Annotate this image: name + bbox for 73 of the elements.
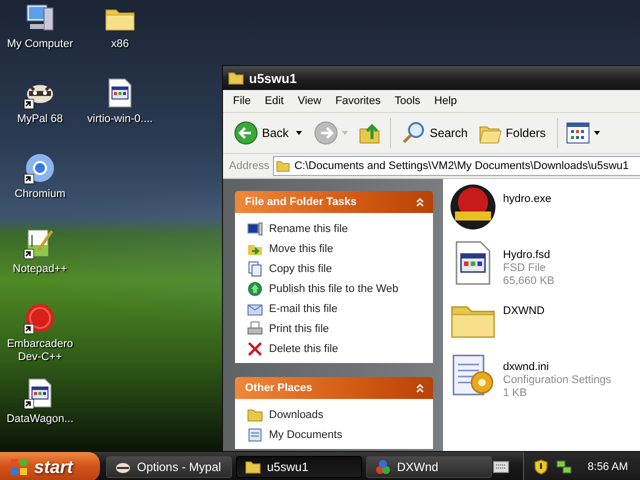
caret-icon[interactable]: [594, 131, 600, 135]
taskbar-button[interactable]: u5swu1: [236, 456, 362, 478]
menu-item[interactable]: Help: [428, 93, 463, 109]
caret-icon[interactable]: [296, 131, 302, 135]
address-text: C:\Documents and Settings\VM2\My Documents\Downloads\u5swu1: [294, 160, 629, 172]
file-name[interactable]: DXWND: [503, 305, 545, 318]
shortcut-arrow-icon: [24, 99, 34, 109]
shortcut-arrow-icon: [24, 399, 34, 409]
start-button[interactable]: start: [0, 452, 100, 480]
views-icon[interactable]: [566, 122, 590, 144]
address-label: Address: [229, 160, 270, 172]
taskbar-button[interactable]: Options - Mypal: [106, 456, 232, 478]
desktop-icon-label[interactable]: virtio-win-0....: [87, 113, 153, 126]
desktop-icon-label[interactable]: Embarcadero Dev-C++: [1, 338, 79, 364]
printer-icon: [247, 321, 263, 337]
shortcut-arrow-icon: [24, 174, 34, 184]
task-link[interactable]: Delete this file: [247, 341, 427, 357]
desktop-icon-label[interactable]: Chromium: [14, 188, 66, 201]
address-field[interactable]: C:\Documents and Settings\VM2\My Documents\Downloads\u5swu1: [273, 156, 640, 176]
file-size: 65,660 KB: [503, 275, 554, 288]
file-name[interactable]: dxwnd.ini: [503, 361, 612, 374]
desktop-icon-label[interactable]: My Computer: [6, 38, 74, 51]
panel-title: File and Folder Tasks: [245, 196, 357, 208]
desktop-icon-label[interactable]: MyPal 68: [17, 113, 63, 126]
task-link[interactable]: Copy this file: [247, 261, 427, 277]
task-link[interactable]: Rename this file: [247, 221, 427, 237]
menu-item[interactable]: View: [292, 93, 328, 109]
copy-icon: [247, 261, 263, 277]
taskbar-button[interactable]: DXWnd: [366, 456, 492, 478]
desktop-icon-label[interactable]: x86: [111, 38, 129, 51]
panel-title: Other Places: [245, 382, 312, 394]
task-link[interactable]: Publish this file to the Web: [247, 281, 427, 297]
globe-icon: [247, 281, 263, 297]
collapse-icon[interactable]: [415, 383, 425, 393]
file-size: 1 KB: [503, 387, 528, 400]
folder-icon: [245, 459, 261, 475]
file-type: Configuration Settings: [503, 374, 612, 387]
documents-icon: [247, 427, 263, 443]
keyboard-icon[interactable]: [492, 461, 509, 473]
task-link[interactable]: Print this file: [247, 321, 427, 337]
task-link[interactable]: E-mail this file: [247, 301, 427, 317]
collapse-icon[interactable]: [415, 197, 425, 207]
folders-button[interactable]: Folders: [474, 119, 549, 147]
network-icon[interactable]: [556, 459, 572, 475]
folder-icon: [276, 159, 290, 173]
game-logo-icon: [449, 183, 497, 231]
desktop-icon-label[interactable]: Notepad++: [12, 263, 68, 276]
folder-icon: [247, 407, 263, 423]
task-link[interactable]: My Documents: [247, 427, 427, 443]
app-icon: [375, 459, 391, 475]
file-name[interactable]: hydro.exe: [503, 193, 552, 206]
window-title: u5swu1: [249, 70, 297, 86]
menu-item[interactable]: Favorites: [329, 93, 387, 109]
file-name[interactable]: Hydro.fsd: [503, 249, 554, 262]
clock: 8:56 AM: [588, 461, 628, 473]
windows-flag-icon: [10, 458, 28, 476]
monitor-icon: [247, 221, 263, 237]
delete-icon: [247, 341, 263, 357]
menu-item[interactable]: File: [227, 93, 257, 109]
menu-item[interactable]: Tools: [388, 93, 426, 109]
task-link[interactable]: Move this file: [247, 241, 427, 257]
menu-item[interactable]: Edit: [258, 93, 290, 109]
desktop-icon-label[interactable]: DataWagon...: [6, 413, 74, 426]
search-button[interactable]: Search: [398, 119, 471, 147]
folder-up-icon[interactable]: [358, 121, 382, 145]
shortcut-arrow-icon: [24, 249, 34, 259]
search-icon: [402, 121, 426, 145]
shortcut-arrow-icon: [24, 324, 34, 334]
folder-icon: [228, 70, 244, 86]
shield-icon[interactable]: [534, 459, 548, 475]
task-link[interactable]: Downloads: [247, 407, 427, 423]
back-button[interactable]: Back: [231, 119, 292, 147]
file-type: FSD File: [503, 262, 547, 275]
